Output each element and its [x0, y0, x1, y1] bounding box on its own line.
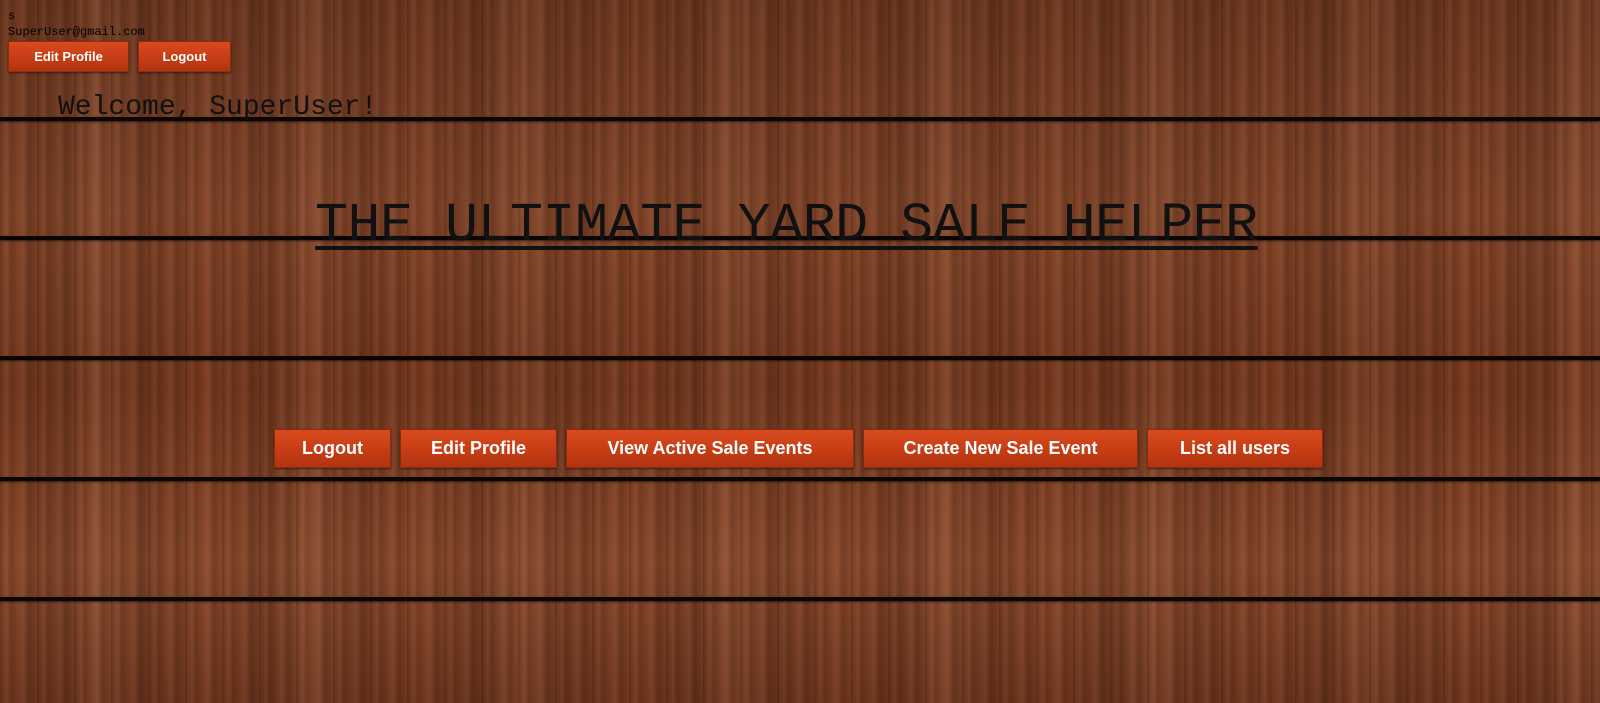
plank-seam: [0, 597, 1600, 601]
create-new-sale-event-button[interactable]: Create New Sale Event: [863, 429, 1138, 468]
plank-seam: [0, 356, 1600, 360]
page-title: THE ULTIMATE YARD SALE HELPER: [315, 194, 1258, 257]
top-logout-button[interactable]: Logout: [138, 41, 231, 72]
top-edit-profile-button[interactable]: Edit Profile: [8, 41, 129, 72]
plank-seam: [0, 477, 1600, 481]
user-email: SuperUser@gmail.com: [8, 25, 145, 39]
user-initial: s: [8, 9, 16, 23]
main-nav: Logout Edit Profile View Active Sale Eve…: [274, 429, 1323, 468]
top-nav: Edit Profile Logout: [8, 41, 231, 72]
view-active-sale-events-button[interactable]: View Active Sale Events: [566, 429, 854, 468]
user-info: s SuperUser@gmail.com: [8, 8, 145, 40]
welcome-message: Welcome, SuperUser!: [58, 92, 378, 123]
list-all-users-button[interactable]: List all users: [1147, 429, 1323, 468]
logout-button[interactable]: Logout: [274, 429, 391, 468]
edit-profile-button[interactable]: Edit Profile: [400, 429, 557, 468]
